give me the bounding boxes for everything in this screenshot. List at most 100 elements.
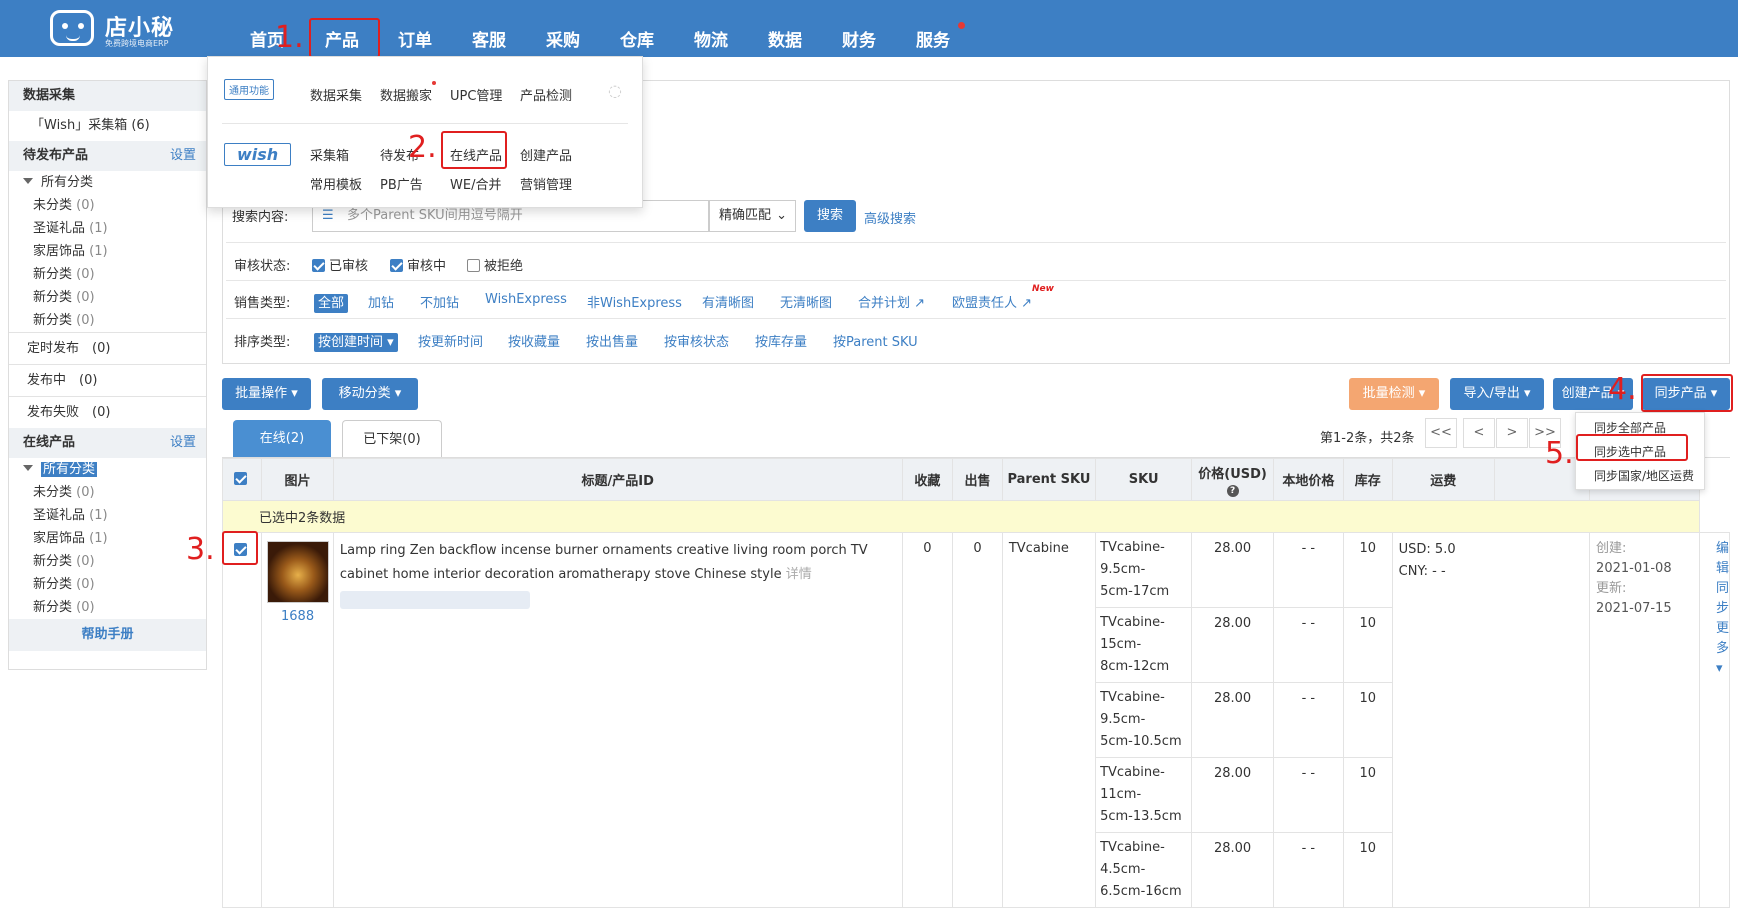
- menu-pb-ads[interactable]: PB广告: [380, 174, 423, 193]
- sale-eu-responsible[interactable]: 欧盟责任人 ↗: [952, 292, 1032, 311]
- pending-category-item[interactable]: 未分类 (0): [9, 194, 206, 217]
- checkbox-checked-icon[interactable]: [312, 259, 325, 272]
- checkbox-unchecked-icon[interactable]: [467, 259, 480, 272]
- sidebar-publish-failed[interactable]: 发布失败 (0): [9, 396, 206, 428]
- menu-collect-box[interactable]: 采集箱: [310, 145, 349, 164]
- match-mode-value: 精确匹配: [719, 208, 772, 223]
- sale-merge-plan[interactable]: 合并计划 ↗: [858, 292, 925, 311]
- sort-updated[interactable]: 按更新时间: [418, 331, 483, 350]
- nav-purchase[interactable]: 采购: [546, 26, 580, 51]
- pending-all-categories[interactable]: 所有分类: [9, 171, 206, 194]
- divider: [226, 242, 1726, 243]
- sync-shipping[interactable]: 同步国家/地区运费: [1594, 467, 1694, 484]
- sale-non-wishexpress[interactable]: 非WishExpress: [587, 292, 682, 311]
- online-category-item[interactable]: 圣诞礼品 (1): [9, 504, 206, 527]
- select-all-checkbox[interactable]: [233, 472, 247, 485]
- external-link-icon: ↗: [914, 296, 926, 311]
- online-category-item[interactable]: 新分类 (0): [9, 550, 206, 573]
- import-export-button[interactable]: 导入/导出 ▾: [1450, 378, 1544, 410]
- nav-services[interactable]: 服务: [916, 26, 950, 51]
- online-category-item[interactable]: 家居饰品 (1): [9, 527, 206, 550]
- category-name: 未分类: [33, 198, 73, 213]
- sale-diamond[interactable]: 加钻: [368, 292, 394, 311]
- review-rejected[interactable]: 被拒绝: [467, 255, 523, 274]
- nav-order[interactable]: 订单: [398, 26, 432, 51]
- merge-plan-label: 合并计划: [858, 296, 911, 311]
- pending-category-item[interactable]: 新分类 (0): [9, 263, 206, 286]
- nav-finance[interactable]: 财务: [842, 26, 876, 51]
- pending-category-item[interactable]: 新分类 (0): [9, 286, 206, 309]
- online-settings-link[interactable]: 设置: [170, 428, 196, 458]
- sync-link[interactable]: 同步: [1716, 579, 1729, 619]
- sale-wishexpress[interactable]: WishExpress: [485, 292, 567, 307]
- col-title: 标题/产品ID: [332, 458, 903, 501]
- review-approved[interactable]: 已审核: [312, 255, 368, 274]
- review-pending[interactable]: 审核中: [390, 255, 446, 274]
- highlight-nav-product: [309, 18, 380, 58]
- updated-date: 2021-07-15: [1596, 601, 1672, 616]
- pending-settings-link[interactable]: 设置: [170, 141, 196, 171]
- sale-no-diamond[interactable]: 不加钻: [420, 292, 459, 311]
- sidebar-timed-publish[interactable]: 定时发布 (0): [9, 332, 206, 364]
- edit-link[interactable]: 编辑: [1716, 539, 1729, 579]
- sort-review-status[interactable]: 按审核状态: [664, 331, 729, 350]
- local-price-cell: - -: [1272, 757, 1344, 833]
- sidebar-wish-collect-box[interactable]: 「Wish」采集箱 (6): [9, 111, 206, 141]
- online-all-categories[interactable]: 所有分类: [9, 458, 206, 481]
- nav-service[interactable]: 客服: [472, 26, 506, 51]
- match-mode-select[interactable]: 精确匹配 ⌄: [708, 200, 796, 232]
- help-manual-link[interactable]: 帮助手册: [9, 619, 206, 651]
- nav-data[interactable]: 数据: [768, 26, 802, 51]
- chevron-down-icon: ⌄: [776, 208, 787, 223]
- app-logo[interactable]: 店小秘 免费跨境电商ERP: [50, 8, 180, 50]
- menu-data-collect[interactable]: 数据采集: [310, 85, 362, 104]
- nav-warehouse[interactable]: 仓库: [620, 26, 654, 51]
- sale-clear-image[interactable]: 有清晰图: [702, 292, 754, 311]
- tab-online[interactable]: 在线(2): [233, 420, 331, 458]
- highlight-sync-selected: [1576, 434, 1688, 461]
- sort-favorites[interactable]: 按收藏量: [508, 331, 560, 350]
- sort-created[interactable]: 按创建时间 ▾: [314, 331, 398, 352]
- online-category-item[interactable]: 新分类 (0): [9, 596, 206, 619]
- pending-category-item[interactable]: 新分类 (0): [9, 309, 206, 332]
- page-prev-button[interactable]: <: [1463, 418, 1495, 448]
- menu-marketing[interactable]: 营销管理: [520, 174, 572, 193]
- pending-category-item[interactable]: 圣诞礼品 (1): [9, 217, 206, 240]
- menu-product-check[interactable]: 产品检测: [520, 85, 572, 104]
- sort-parent-sku[interactable]: 按Parent SKU: [833, 331, 918, 350]
- online-category-item[interactable]: 新分类 (0): [9, 573, 206, 596]
- advanced-search-link[interactable]: 高级搜索: [864, 208, 916, 227]
- review-rejected-label: 被拒绝: [484, 259, 524, 274]
- category-name: 新分类: [33, 290, 73, 305]
- sale-all[interactable]: 全部: [314, 292, 349, 313]
- sidebar-publishing[interactable]: 发布中 (0): [9, 364, 206, 396]
- pending-category-item[interactable]: 家居饰品 (1): [9, 240, 206, 263]
- menu-divider: [222, 123, 628, 124]
- nav-logistics[interactable]: 物流: [694, 26, 728, 51]
- online-category-item[interactable]: 未分类 (0): [9, 481, 206, 504]
- sort-sales[interactable]: 按出售量: [586, 331, 638, 350]
- menu-data-move[interactable]: 数据搬家: [380, 85, 432, 104]
- review-approved-label: 已审核: [329, 259, 369, 274]
- source-link[interactable]: 1688: [262, 609, 333, 624]
- batch-check-button[interactable]: 批量检测 ▾: [1349, 378, 1439, 410]
- move-category-button[interactable]: 移动分类 ▾: [322, 378, 418, 410]
- sale-no-clear-image[interactable]: 无清晰图: [780, 292, 832, 311]
- eye-hidden-icon[interactable]: ◌: [608, 81, 622, 100]
- tab-delisted[interactable]: 已下架(0): [342, 420, 442, 458]
- detail-link[interactable]: 详情: [786, 567, 812, 582]
- menu-we-merge[interactable]: WE/合并: [450, 174, 501, 193]
- menu-create-product[interactable]: 创建产品: [520, 145, 572, 164]
- updated-label: 更新:: [1596, 581, 1627, 596]
- sort-stock[interactable]: 按库存量: [755, 331, 807, 350]
- product-thumbnail[interactable]: [266, 541, 329, 603]
- page-next-button[interactable]: >: [1496, 418, 1528, 448]
- search-button[interactable]: 搜索: [804, 200, 856, 232]
- checkbox-checked-icon[interactable]: [390, 259, 403, 272]
- batch-actions-button[interactable]: 批量操作 ▾: [222, 378, 311, 410]
- menu-upc[interactable]: UPC管理: [450, 85, 502, 104]
- page-first-button[interactable]: <<: [1425, 418, 1457, 448]
- menu-templates[interactable]: 常用模板: [310, 174, 362, 193]
- help-icon[interactable]: ?: [1226, 484, 1239, 497]
- more-link[interactable]: 更多▾: [1716, 619, 1729, 679]
